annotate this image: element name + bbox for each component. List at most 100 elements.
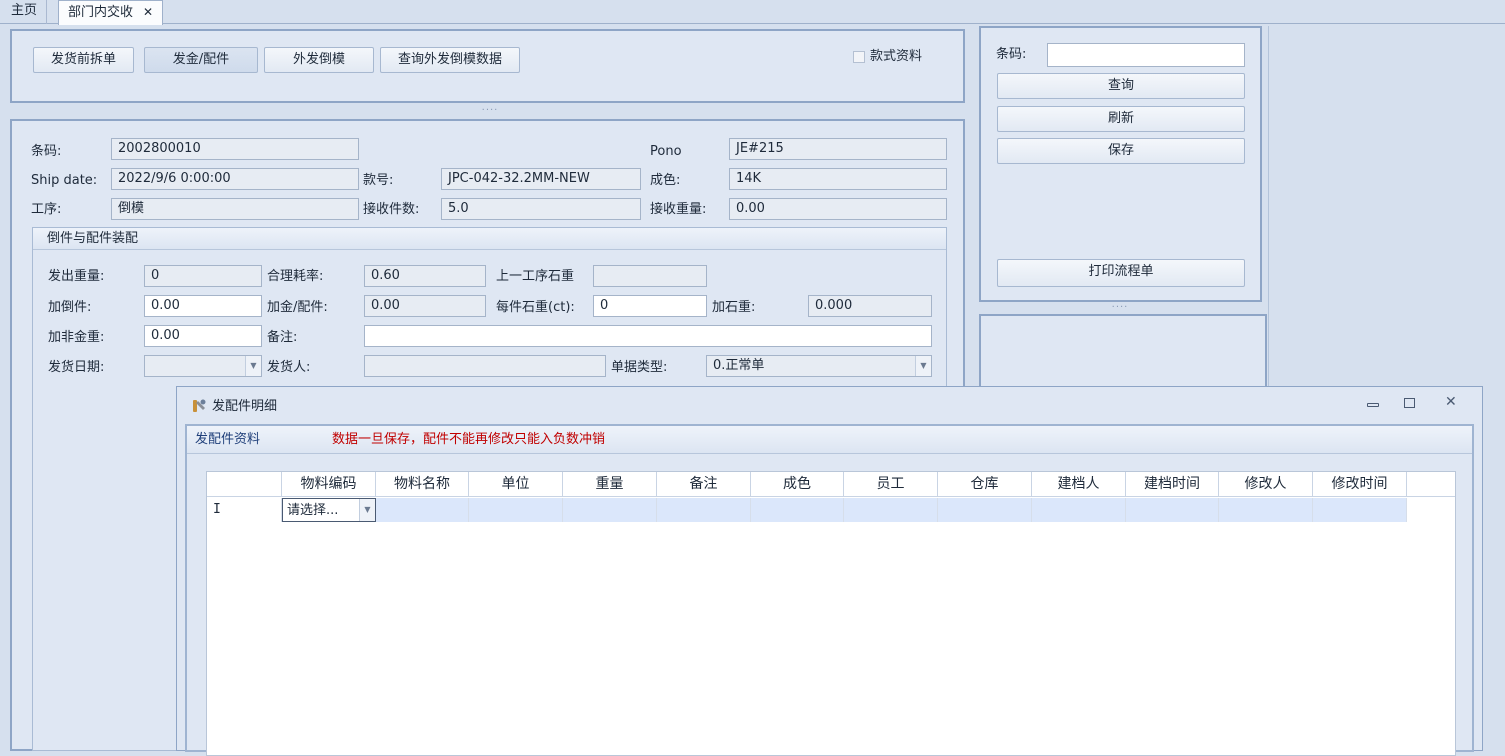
out-weight-label: 发出重量: [48,269,105,284]
dialog-title: 发配件明细 [212,399,278,414]
pono-label: Pono [650,144,682,159]
add-stone-field[interactable]: 0.000 [808,295,932,317]
col-weight[interactable]: 重量 [563,472,657,497]
print-flow-button[interactable]: 打印流程单 [997,259,1245,287]
add-nongold-field[interactable]: 0.00 [144,325,262,347]
shipper-field[interactable] [364,355,606,377]
cell[interactable] [938,498,1032,522]
prev-stone-label: 上一工序石重 [496,269,575,284]
tab-strip: 主页 部门内交收 ✕ [0,0,1505,25]
cell[interactable] [1126,498,1219,522]
col-unit[interactable]: 单位 [469,472,563,497]
add-cast-label: 加倒件: [48,300,92,315]
gold-parts-button[interactable]: 发金/配件 [144,47,258,73]
doc-type-combo[interactable]: 0.正常单 ▼ [706,355,932,377]
dialog-titlebar[interactable]: 发配件明细 ✕ [177,387,1482,423]
pono-field[interactable]: JE#215 [729,138,947,160]
tab-home[interactable]: 主页 [2,0,48,24]
col-employee[interactable]: 员工 [844,472,938,497]
close-icon[interactable]: ✕ [143,5,153,19]
recv-weight-label: 接收重量: [650,202,707,217]
col-creator[interactable]: 建档人 [1032,472,1126,497]
col-remark[interactable]: 备注 [657,472,751,497]
tools-icon [191,398,207,414]
row-indicator: I [207,498,282,522]
style-no-field[interactable]: JPC-042-32.2MM-NEW [441,168,641,190]
splitter-grip[interactable]: ···· [470,106,510,117]
dialog-header-strip: 发配件资料 数据一旦保存，配件不能再修改只能入负数冲销 [187,426,1472,454]
process-field[interactable]: 倒模 [111,198,359,220]
section-label: 发配件资料 [195,432,261,447]
cell[interactable] [844,498,938,522]
recv-weight-field[interactable]: 0.00 [729,198,947,220]
cell[interactable] [657,498,751,522]
side-barcode-input[interactable] [1047,43,1245,67]
side-panel: 条码: 查询 刷新 保存 打印流程单 [979,26,1262,302]
maximize-icon[interactable] [1404,398,1415,408]
tab-label: 部门内交收 [68,5,134,20]
cell[interactable] [1313,498,1407,522]
parts-detail-dialog: 发配件明细 ✕ 发配件资料 数据一旦保存，配件不能再修改只能入负数冲销 物料编码… [176,386,1483,756]
out-weight-field[interactable]: 0 [144,265,262,287]
cell[interactable] [1219,498,1313,522]
add-cast-field[interactable]: 0.00 [144,295,262,317]
row-indicator-header [207,472,282,497]
cell[interactable] [1032,498,1126,522]
group-header: 倒件与配件装配 [33,228,946,250]
side-divider [1268,26,1269,386]
col-purity[interactable]: 成色 [751,472,844,497]
recv-qty-label: 接收件数: [363,202,420,217]
process-label: 工序: [31,202,62,217]
dialog-body: 发配件资料 数据一旦保存，配件不能再修改只能入负数冲销 物料编码 物料名称 单位… [185,424,1474,756]
add-gold-field[interactable]: 0.00 [364,295,486,317]
remark-field[interactable] [364,325,932,347]
stone-each-label: 每件石重(ct): [496,300,575,315]
doc-type-label: 单据类型: [611,360,668,375]
barcode-field[interactable]: 2002800010 [111,138,359,160]
tab-department-transfer[interactable]: 部门内交收 ✕ [58,0,164,25]
save-button[interactable]: 保存 [997,138,1245,164]
style-info-label: 款式资料 [870,49,923,64]
outsource-cast-button[interactable]: 外发倒模 [264,47,374,73]
col-material-code[interactable]: 物料编码 [282,472,376,497]
cell[interactable] [563,498,657,522]
col-modified-time[interactable]: 修改时间 [1313,472,1407,497]
close-icon[interactable]: ✕ [1445,394,1457,410]
purity-field[interactable]: 14K [729,168,947,190]
group-title: 倒件与配件装配 [47,231,139,246]
refresh-button[interactable]: 刷新 [997,106,1245,132]
material-code-combo[interactable]: 请选择... ▼ [282,498,376,522]
side-barcode-label: 条码: [996,47,1027,62]
table-row[interactable]: I 请选择... ▼ [207,498,1407,522]
cell[interactable] [751,498,844,522]
ship-date-label: 发货日期: [48,360,105,375]
col-warehouse[interactable]: 仓库 [938,472,1032,497]
ship-date-combo[interactable]: ▼ [144,355,262,377]
minimize-icon[interactable] [1367,403,1379,407]
add-nongold-label: 加非金重: [48,330,105,345]
query-button[interactable]: 查询 [997,73,1245,99]
side-lower-panel [979,314,1267,388]
parts-grid: 物料编码 物料名称 单位 重量 备注 成色 员工 仓库 建档人 建档时间 修改人… [206,471,1456,756]
side-splitter-grip[interactable]: ···· [1100,303,1140,314]
chevron-down-icon[interactable]: ▼ [915,356,931,376]
col-created-time[interactable]: 建档时间 [1126,472,1219,497]
chevron-down-icon[interactable]: ▼ [245,356,261,376]
style-info-checkbox[interactable] [853,51,865,63]
col-material-name[interactable]: 物料名称 [376,472,469,497]
cell[interactable] [376,498,469,522]
split-before-ship-button[interactable]: 发货前拆单 [33,47,134,73]
shipdate-field[interactable]: 2022/9/6 0:00:00 [111,168,359,190]
col-modifier[interactable]: 修改人 [1219,472,1313,497]
query-outsource-button[interactable]: 查询外发倒模数据 [380,47,520,73]
cell[interactable] [469,498,563,522]
stone-each-field[interactable]: 0 [593,295,707,317]
recv-qty-field[interactable]: 5.0 [441,198,641,220]
add-stone-label: 加石重: [712,300,756,315]
prev-stone-field[interactable] [593,265,707,287]
doc-type-value: 0.正常单 [713,358,765,373]
loss-rate-field[interactable]: 0.60 [364,265,486,287]
toolbar-panel: 发货前拆单 发金/配件 外发倒模 查询外发倒模数据 款式资料 [10,29,965,103]
chevron-down-icon[interactable]: ▼ [359,499,375,521]
shipdate-label: Ship date: [31,173,98,188]
